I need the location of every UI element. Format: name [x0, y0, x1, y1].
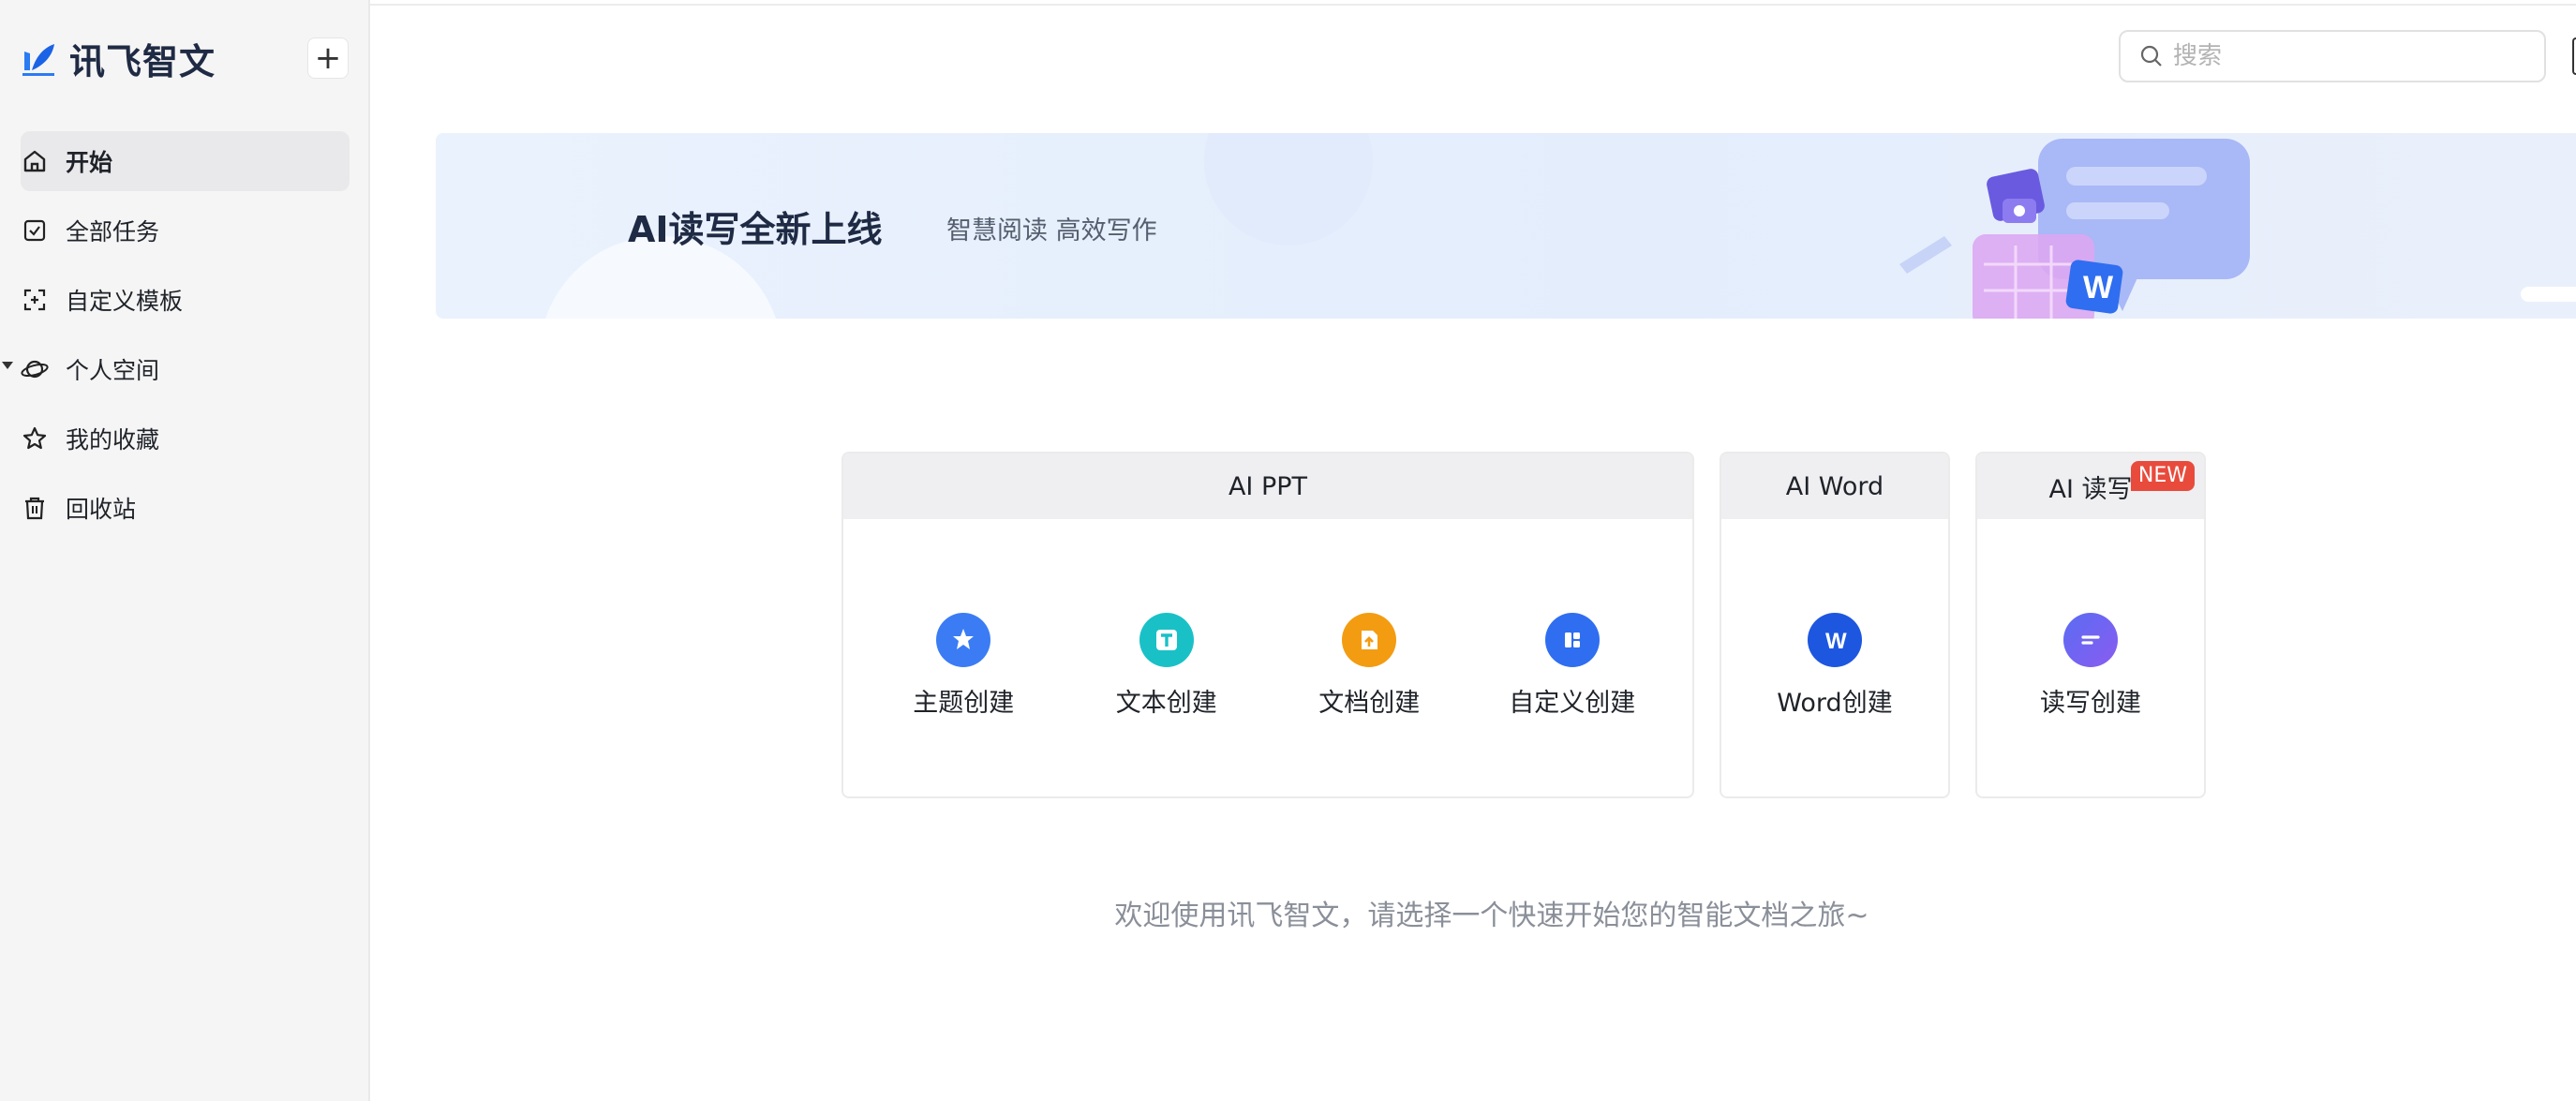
text-t-icon — [1139, 613, 1194, 667]
template-scan-icon — [21, 286, 49, 314]
card-title-text: AI 读写 — [2048, 474, 2133, 504]
expand-caret-icon[interactable] — [2, 362, 13, 369]
svg-text:W: W — [1825, 629, 1847, 654]
read-write-icon — [2063, 613, 2118, 667]
sidebar-item-label: 开始 — [66, 149, 113, 176]
trash-icon — [21, 494, 49, 522]
new-badge: NEW — [2130, 461, 2195, 491]
sidebar-item-label: 自定义模板 — [66, 288, 184, 315]
readwrite-create-button[interactable]: 读写创建 — [2002, 613, 2180, 719]
card-body: W Word创建 — [1721, 519, 1948, 719]
ai-readwrite-card: AI 读写 NEW 读写创建 — [1975, 452, 2206, 798]
window-edge-icon[interactable] — [2572, 37, 2576, 75]
grid-blocks-icon — [1544, 613, 1600, 667]
search-icon — [2140, 45, 2162, 67]
banner-title: AI读写全新上线 — [628, 209, 883, 250]
custom-create-button[interactable]: 自定义创建 — [1483, 613, 1661, 719]
tile-label: 主题创建 — [913, 689, 1015, 718]
main-content: AI读写全新上线 智慧阅读 高效写作 W × AI PPT — [370, 0, 2576, 1101]
app-window: 讯飞智文 + 开始 全部任务 自定义模板 个人空间 我的收藏 回收站 搜索 AI… — [0, 0, 2576, 1101]
sidebar-item-label: 个人空间 — [66, 357, 160, 384]
welcome-text: 欢迎使用讯飞智文，请选择一个快速开始您的智能文档之旅~ — [1114, 900, 1869, 932]
brand[interactable]: 讯飞智文 — [19, 36, 216, 82]
tile-label: 文档创建 — [1318, 689, 1421, 718]
banner-pager-dot[interactable] — [2521, 287, 2576, 302]
new-button[interactable]: + — [307, 37, 349, 79]
star-icon — [21, 424, 49, 453]
banner-subtitle: 智慧阅读 高效写作 — [946, 216, 1157, 245]
tile-label: 读写创建 — [2040, 689, 2141, 718]
svg-text:W: W — [2083, 270, 2114, 305]
brand-name: 讯飞智文 — [69, 40, 216, 82]
ai-ppt-card: AI PPT 主题创建 文本创建 文档创建 自定义创建 — [841, 452, 1694, 798]
theme-create-button[interactable]: 主题创建 — [874, 613, 1052, 719]
home-icon — [21, 147, 49, 175]
sidebar-item-label: 回收站 — [66, 496, 137, 523]
card-body: 主题创建 文本创建 文档创建 自定义创建 — [843, 519, 1692, 719]
sidebar-item-label: 全部任务 — [66, 218, 160, 245]
planet-icon — [21, 355, 49, 383]
top-divider — [370, 0, 2576, 6]
tile-label: 自定义创建 — [1509, 689, 1636, 718]
sidebar-item-trash[interactable]: 回收站 — [21, 478, 350, 538]
star-burst-icon — [936, 613, 991, 667]
word-create-button[interactable]: W Word创建 — [1746, 613, 1924, 719]
check-square-icon — [21, 216, 49, 245]
card-title: AI Word — [1721, 454, 1948, 519]
sidebar-item-favorites[interactable]: 我的收藏 — [21, 409, 350, 469]
sidebar-item-label: 我的收藏 — [66, 426, 160, 454]
brand-logo-icon — [22, 44, 54, 76]
tile-label: Word创建 — [1777, 689, 1893, 718]
text-create-button[interactable]: 文本创建 — [1078, 613, 1256, 719]
sidebar-item-all-tasks[interactable]: 全部任务 — [21, 201, 350, 260]
sidebar-item-start[interactable]: 开始 — [21, 131, 350, 191]
card-title: AI 读写 NEW — [1977, 454, 2204, 519]
search-input[interactable] — [2173, 42, 2510, 70]
search-box[interactable] — [2119, 30, 2546, 82]
welcome-message: 欢迎使用讯飞智文，请选择一个快速开始您的智能文档之旅~ — [0, 892, 2164, 933]
document-create-button[interactable]: 文档创建 — [1280, 613, 1458, 719]
ai-word-card: AI Word W Word创建 — [1720, 452, 1950, 798]
card-body: 读写创建 — [1977, 519, 2204, 719]
sidebar-item-custom-template[interactable]: 自定义模板 — [21, 270, 350, 330]
sidebar-item-personal-space[interactable]: 个人空间 — [2, 339, 350, 399]
document-upload-icon — [1342, 613, 1397, 667]
banner-illustration: W — [1899, 139, 2250, 319]
card-title: AI PPT — [843, 454, 1692, 519]
word-w-icon: W — [1808, 613, 1862, 667]
promo-banner[interactable]: AI读写全新上线 智慧阅读 高效写作 W × — [436, 133, 2576, 319]
sidebar: 讯飞智文 + 开始 全部任务 自定义模板 个人空间 我的收藏 回收站 — [0, 0, 370, 1101]
banner-decoration — [1204, 133, 1373, 245]
sidebar-nav: 开始 全部任务 自定义模板 个人空间 我的收藏 回收站 — [0, 131, 370, 547]
tile-label: 文本创建 — [1115, 689, 1217, 718]
